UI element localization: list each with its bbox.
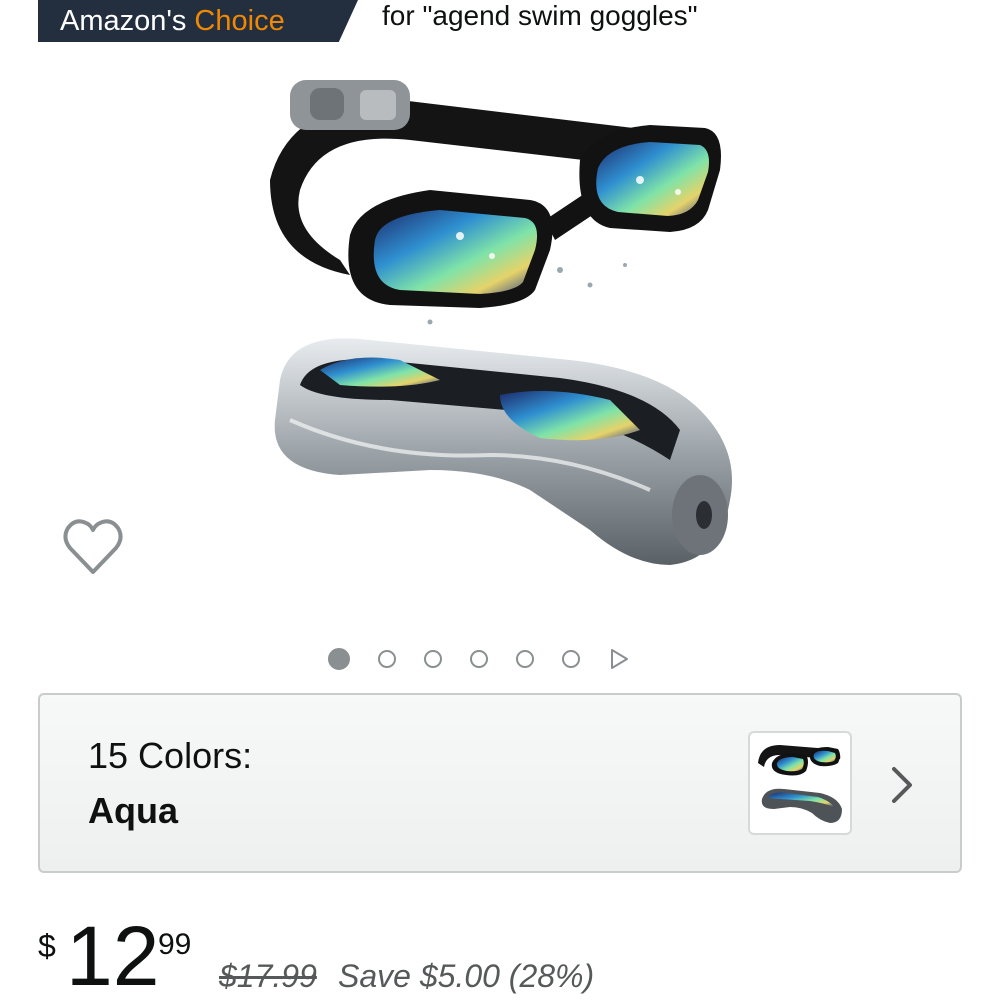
selected-color-name: Aqua — [88, 790, 178, 831]
product-image[interactable] — [230, 60, 770, 620]
goggles-thumbnail-icon — [758, 745, 842, 823]
chevron-right-icon[interactable] — [888, 765, 916, 805]
price-whole: 12 — [66, 909, 160, 1003]
list-price: $17.99 — [219, 958, 317, 994]
heart-icon — [63, 519, 123, 574]
image-carousel-dots — [328, 646, 630, 672]
swim-goggles-with-case-photo — [270, 80, 732, 565]
video-play-icon[interactable] — [608, 648, 630, 670]
color-count-label: 15 Colors: — [88, 735, 253, 776]
carousel-dot[interactable] — [328, 648, 350, 670]
badge-amazons-text: Amazon's — [60, 4, 187, 37]
badge-choice-text: Choice — [194, 4, 285, 37]
color-variation-selector[interactable]: 15 Colors: Aqua — [38, 693, 962, 873]
price-currency-symbol: $ — [38, 928, 56, 964]
wishlist-heart-icon[interactable] — [62, 518, 124, 576]
price-fraction: 99 — [158, 928, 192, 961]
amazons-choice-badge: Amazon's Choice — [38, 0, 358, 42]
carousel-dot[interactable] — [516, 650, 534, 668]
carousel-dot[interactable] — [424, 650, 442, 668]
badge-search-term: for "agend swim goggles" — [382, 0, 698, 31]
carousel-dot[interactable] — [470, 650, 488, 668]
savings-text: Save $5.00 (28%) — [338, 958, 595, 994]
selected-color-swatch[interactable] — [748, 731, 852, 835]
carousel-dot[interactable] — [562, 650, 580, 668]
carousel-dot[interactable] — [378, 650, 396, 668]
